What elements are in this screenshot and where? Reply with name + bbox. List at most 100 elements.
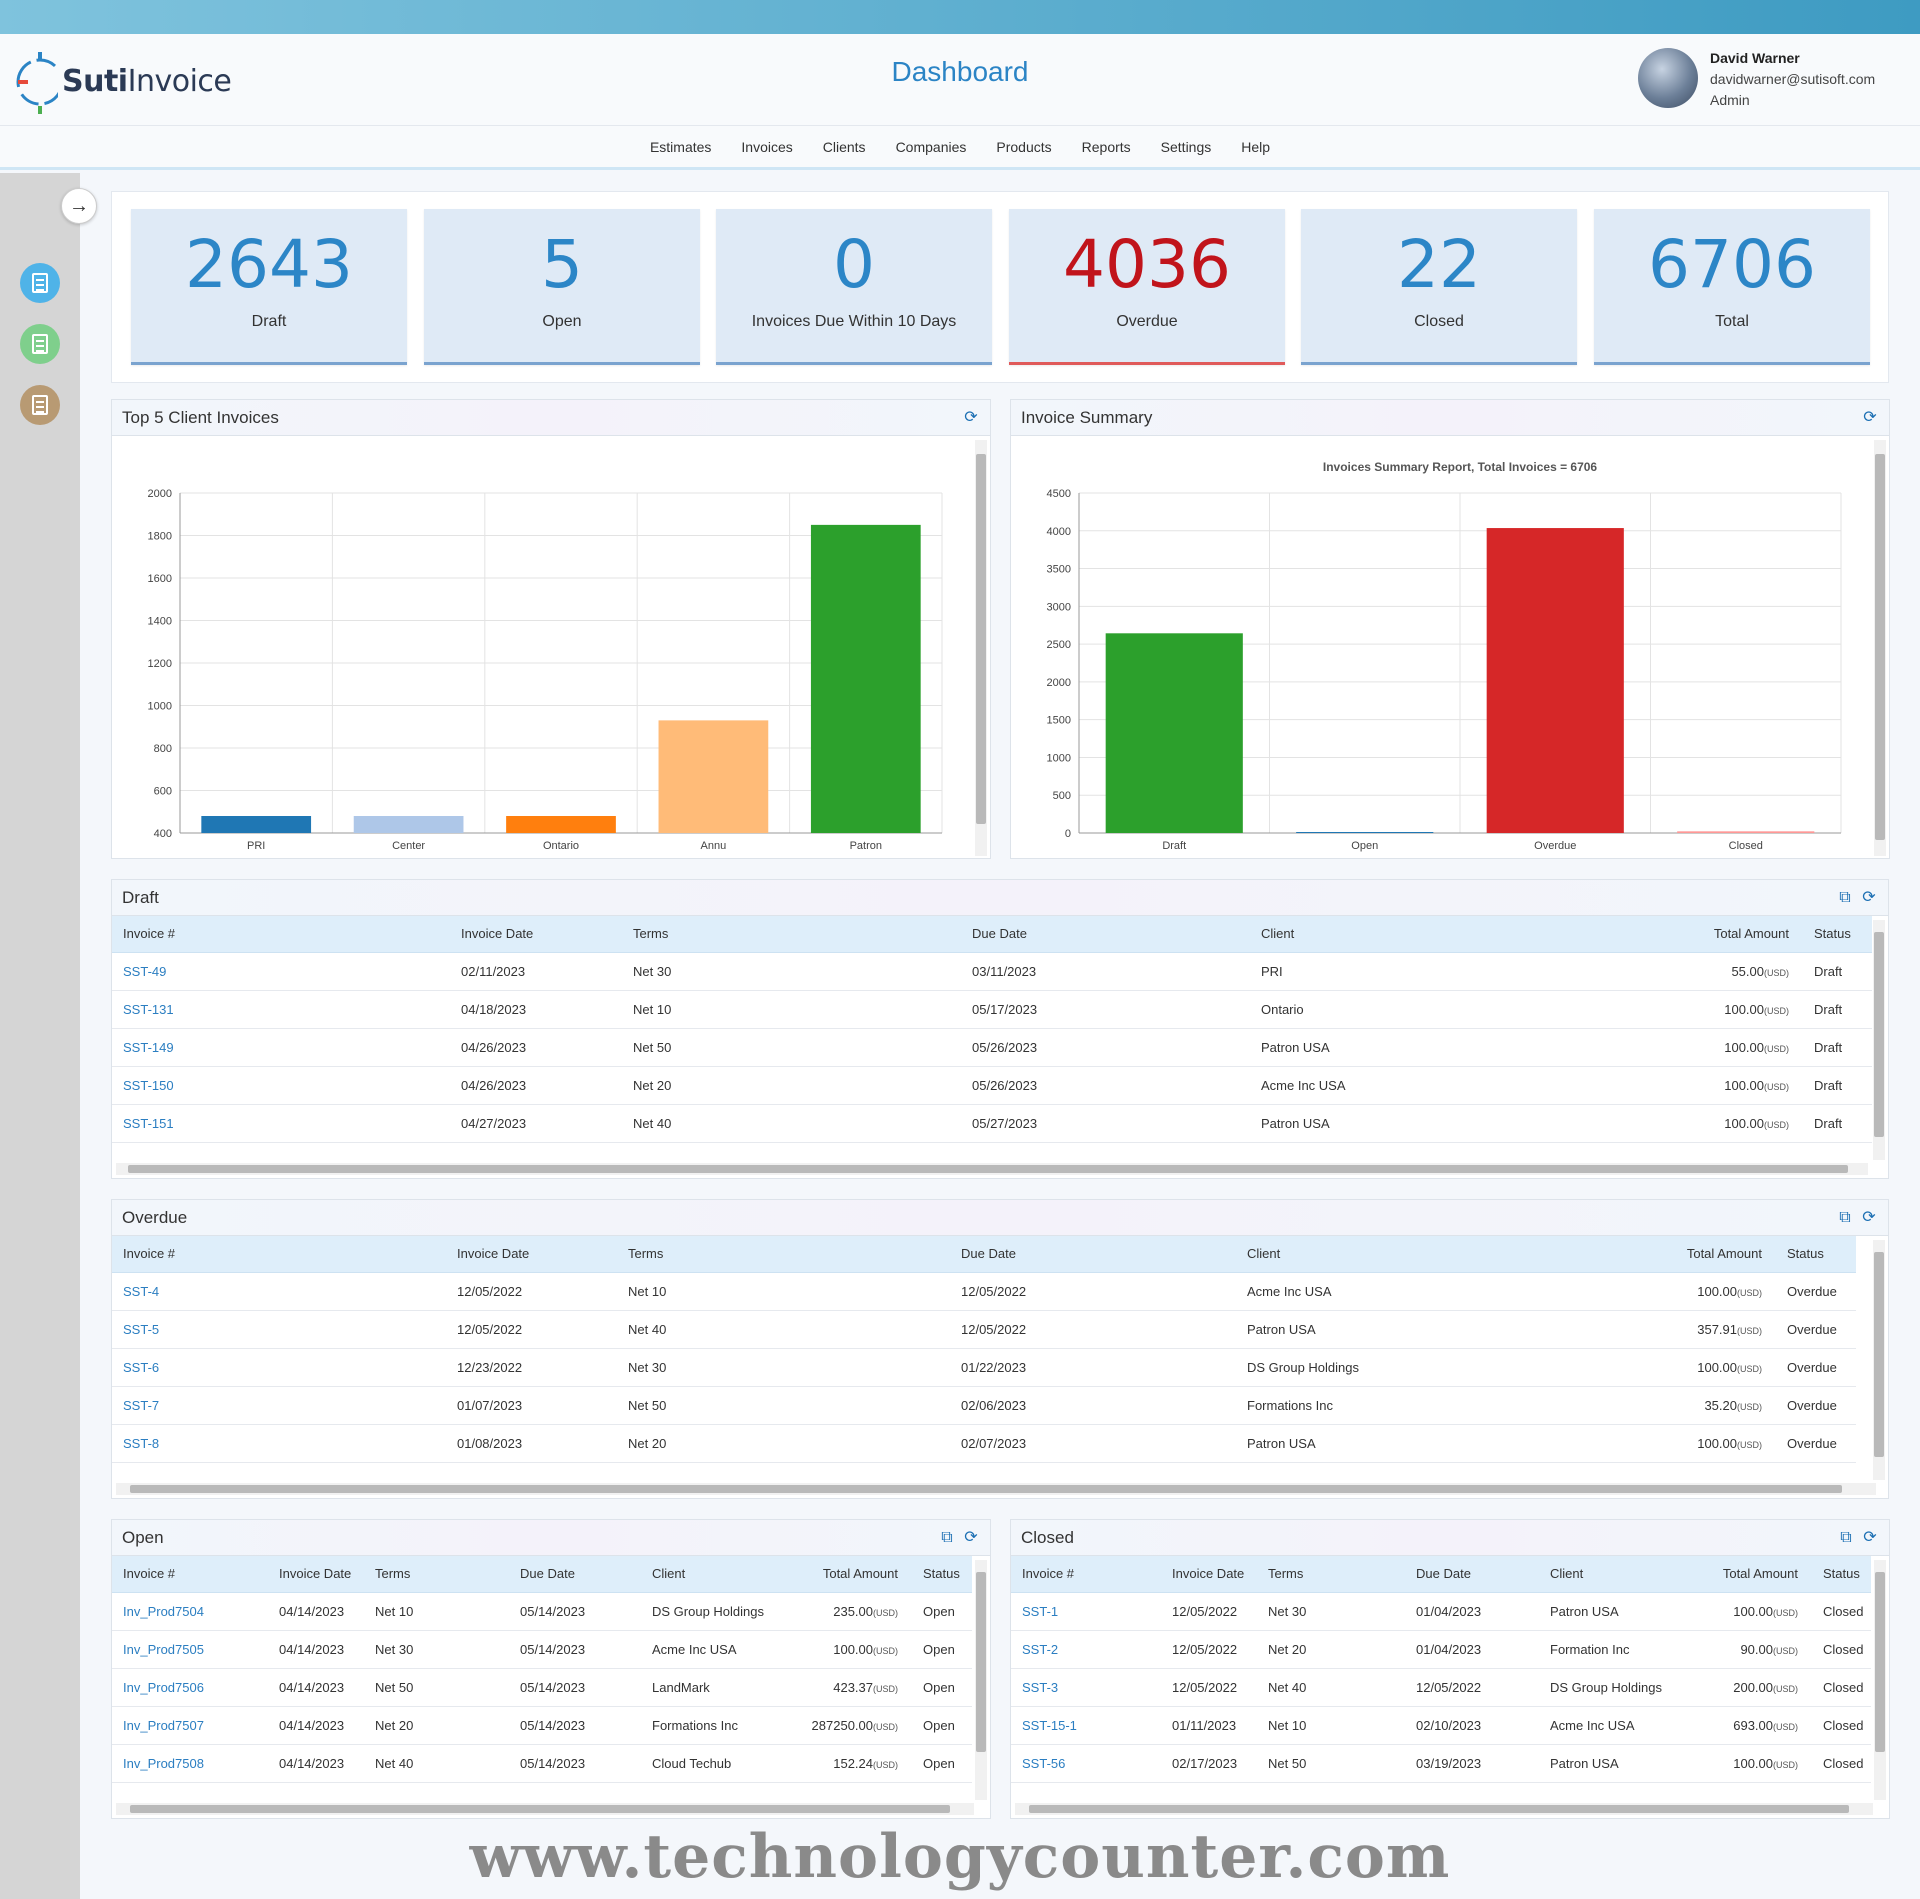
vertical-scrollbar[interactable]: [1873, 1240, 1885, 1480]
table-row[interactable]: SST-56 02/17/2023 Net 50 03/19/2023 Patron U…: [1011, 1744, 1871, 1783]
column-header[interactable]: Invoice Date: [268, 1556, 364, 1593]
horizontal-scrollbar[interactable]: [1015, 1803, 1873, 1815]
user-profile[interactable]: David Warner davidwarner@sutisoft.com Ad…: [1638, 48, 1875, 111]
column-header[interactable]: Due Date: [961, 916, 1250, 953]
column-header[interactable]: Status: [1812, 1556, 1871, 1593]
bar-open[interactable]: [1296, 832, 1434, 833]
column-header[interactable]: Invoice #: [1011, 1556, 1161, 1593]
invoice-link[interactable]: SST-2: [1011, 1630, 1161, 1669]
column-header[interactable]: Total Amount: [1684, 1556, 1812, 1593]
invoice-link[interactable]: Inv_Prod7504: [112, 1592, 268, 1631]
nav-clients[interactable]: Clients: [823, 139, 866, 155]
column-header[interactable]: Invoice Date: [1161, 1556, 1257, 1593]
stat-overdue[interactable]: 4036 Overdue: [1009, 209, 1285, 365]
table-row[interactable]: SST-4 12/05/2022 Net 10 12/05/2022 Acme Inc …: [112, 1272, 1856, 1311]
column-header[interactable]: Due Date: [1405, 1556, 1539, 1593]
invoice-link[interactable]: Inv_Prod7506: [112, 1668, 268, 1707]
horizontal-scrollbar[interactable]: [116, 1483, 1876, 1495]
column-header[interactable]: Terms: [1257, 1556, 1405, 1593]
sidebar-reports-icon[interactable]: [20, 385, 60, 425]
column-header[interactable]: Client: [641, 1556, 787, 1593]
table-row[interactable]: Inv_Prod7505 04/14/2023 Net 30 05/14/2023 Ac…: [112, 1630, 972, 1669]
stat-open[interactable]: 5 Open: [424, 209, 700, 365]
invoice-link[interactable]: Inv_Prod7508: [112, 1744, 268, 1783]
invoice-link[interactable]: SST-151: [112, 1104, 450, 1143]
stat-total[interactable]: 6706 Total: [1594, 209, 1870, 365]
column-header[interactable]: Terms: [617, 1236, 950, 1273]
invoice-link[interactable]: SST-5: [112, 1310, 446, 1349]
external-link-icon[interactable]: ⧉: [1836, 1209, 1854, 1227]
refresh-icon[interactable]: ⟳: [1861, 1529, 1879, 1547]
table-row[interactable]: SST-15-1 01/11/2023 Net 10 02/10/2023 Acme I…: [1011, 1706, 1871, 1745]
vertical-scrollbar[interactable]: [1874, 440, 1886, 856]
stat-draft[interactable]: 2643 Draft: [131, 209, 407, 365]
external-link-icon[interactable]: ⧉: [1836, 889, 1854, 907]
table-row[interactable]: SST-49 02/11/2023 Net 30 03/11/2023 PRI 55.00…: [112, 952, 1872, 991]
column-header[interactable]: Terms: [622, 916, 961, 953]
invoice-link[interactable]: SST-8: [112, 1424, 446, 1463]
avatar[interactable]: [1638, 48, 1698, 108]
nav-products[interactable]: Products: [996, 139, 1051, 155]
table-row[interactable]: SST-150 04/26/2023 Net 20 05/26/2023 Acme In…: [112, 1066, 1872, 1105]
column-header[interactable]: Status: [1776, 1236, 1856, 1273]
vertical-scrollbar[interactable]: [975, 1560, 987, 1800]
nav-estimates[interactable]: Estimates: [650, 139, 711, 155]
table-row[interactable]: Inv_Prod7506 04/14/2023 Net 50 05/14/2023 La…: [112, 1668, 972, 1707]
column-header[interactable]: Invoice Date: [446, 1236, 617, 1273]
vertical-scrollbar[interactable]: [1874, 1560, 1886, 1800]
refresh-icon[interactable]: ⟳: [962, 1529, 980, 1547]
table-row[interactable]: SST-2 12/05/2022 Net 20 01/04/2023 Formation…: [1011, 1630, 1871, 1669]
column-header[interactable]: Total Amount: [787, 1556, 912, 1593]
nav-companies[interactable]: Companies: [896, 139, 967, 155]
column-header[interactable]: Terms: [364, 1556, 509, 1593]
nav-settings[interactable]: Settings: [1161, 139, 1212, 155]
column-header[interactable]: Total Amount: [1606, 916, 1803, 953]
table-row[interactable]: SST-151 04/27/2023 Net 40 05/27/2023 Patron …: [112, 1104, 1872, 1143]
column-header[interactable]: Due Date: [509, 1556, 641, 1593]
column-header[interactable]: Client: [1539, 1556, 1684, 1593]
table-row[interactable]: SST-5 12/05/2022 Net 40 12/05/2022 Patron US…: [112, 1310, 1856, 1349]
sidebar-estimates-icon[interactable]: [20, 263, 60, 303]
invoice-link[interactable]: Inv_Prod7507: [112, 1706, 268, 1745]
table-row[interactable]: SST-6 12/23/2022 Net 30 01/22/2023 DS Group …: [112, 1348, 1856, 1387]
bar-center[interactable]: [353, 816, 464, 833]
bar-overdue[interactable]: [1486, 528, 1624, 833]
invoice-link[interactable]: SST-1: [1011, 1592, 1161, 1631]
table-row[interactable]: SST-131 04/18/2023 Net 10 05/17/2023 Ontario…: [112, 990, 1872, 1029]
column-header[interactable]: Client: [1250, 916, 1606, 953]
refresh-icon[interactable]: ⟳: [1860, 1209, 1878, 1227]
invoice-link[interactable]: SST-7: [112, 1386, 446, 1425]
invoice-link[interactable]: SST-4: [112, 1272, 446, 1311]
table-row[interactable]: Inv_Prod7507 04/14/2023 Net 20 05/14/2023 Fo…: [112, 1706, 972, 1745]
column-header[interactable]: Total Amount: [1586, 1236, 1776, 1273]
invoice-link[interactable]: SST-3: [1011, 1668, 1161, 1707]
bar-pri[interactable]: [201, 816, 312, 833]
column-header[interactable]: Invoice #: [112, 916, 450, 953]
refresh-icon[interactable]: ⟳: [1860, 889, 1878, 907]
column-header[interactable]: Invoice #: [112, 1556, 268, 1593]
invoice-link[interactable]: SST-15-1: [1011, 1706, 1161, 1745]
table-row[interactable]: SST-1 12/05/2022 Net 30 01/04/2023 Patron US…: [1011, 1592, 1871, 1631]
column-header[interactable]: Status: [1803, 916, 1872, 953]
stat-due-10-days[interactable]: 0 Invoices Due Within 10 Days: [716, 209, 992, 365]
table-row[interactable]: SST-149 04/26/2023 Net 50 05/26/2023 Patron …: [112, 1028, 1872, 1067]
invoice-link[interactable]: SST-6: [112, 1348, 446, 1387]
refresh-icon[interactable]: ⟳: [962, 409, 980, 427]
invoice-link[interactable]: SST-150: [112, 1066, 450, 1105]
nav-help[interactable]: Help: [1241, 139, 1270, 155]
bar-draft[interactable]: [1105, 633, 1243, 833]
bar-ontario[interactable]: [506, 816, 616, 833]
column-header[interactable]: Invoice #: [112, 1236, 446, 1273]
column-header[interactable]: Status: [912, 1556, 972, 1593]
invoice-link[interactable]: SST-131: [112, 990, 450, 1029]
refresh-icon[interactable]: ⟳: [1861, 409, 1879, 427]
nav-invoices[interactable]: Invoices: [741, 139, 792, 155]
invoice-link[interactable]: SST-56: [1011, 1744, 1161, 1783]
vertical-scrollbar[interactable]: [975, 440, 987, 856]
invoice-link[interactable]: SST-149: [112, 1028, 450, 1067]
invoice-link[interactable]: Inv_Prod7505: [112, 1630, 268, 1669]
horizontal-scrollbar[interactable]: [116, 1163, 1868, 1175]
external-link-icon[interactable]: ⧉: [1837, 1529, 1855, 1547]
stat-closed[interactable]: 22 Closed: [1301, 209, 1577, 365]
nav-reports[interactable]: Reports: [1082, 139, 1131, 155]
